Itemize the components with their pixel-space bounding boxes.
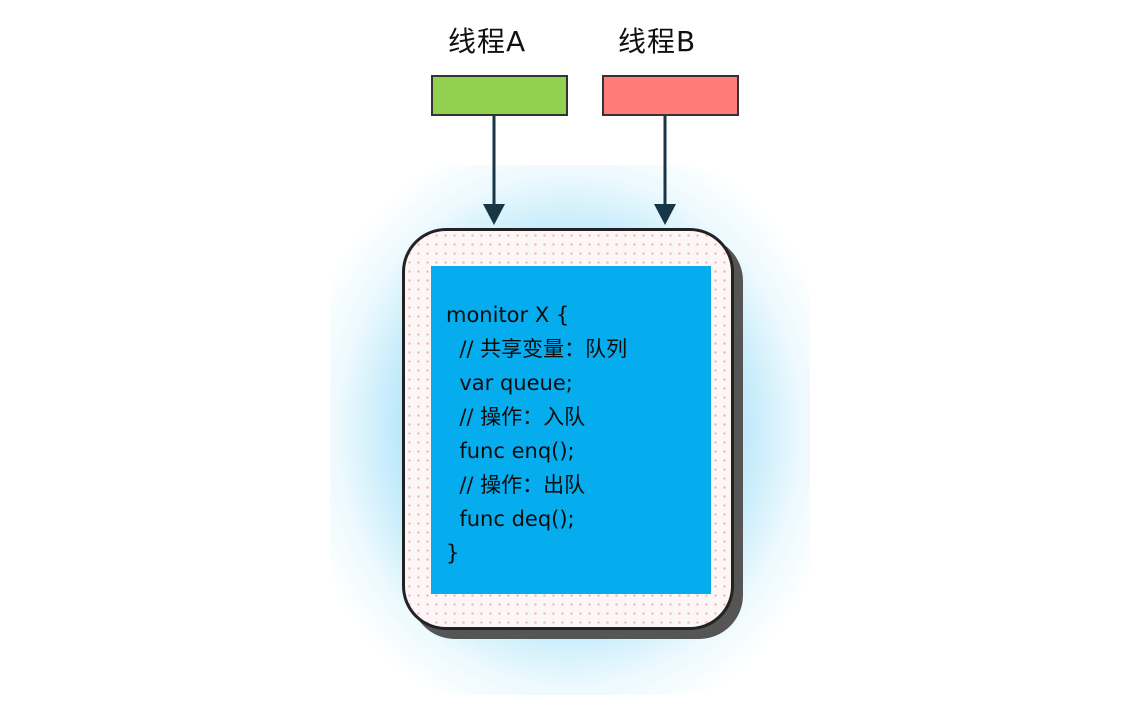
code-line: // 操作：入队: [446, 405, 586, 429]
arrow-thread-a: [483, 116, 505, 225]
code-line: monitor X {: [446, 303, 570, 327]
code-line: func deq();: [446, 507, 575, 531]
code-line: func enq();: [446, 439, 575, 463]
code-line: }: [446, 541, 460, 565]
monitor-code-panel: monitor X { // 共享变量：队列 var queue; // 操作：…: [431, 266, 711, 594]
arrow-thread-b: [654, 116, 676, 225]
code-line: var queue;: [446, 371, 573, 395]
code-line: // 操作：出队: [446, 473, 586, 497]
code-line: // 共享变量：队列: [446, 337, 628, 361]
